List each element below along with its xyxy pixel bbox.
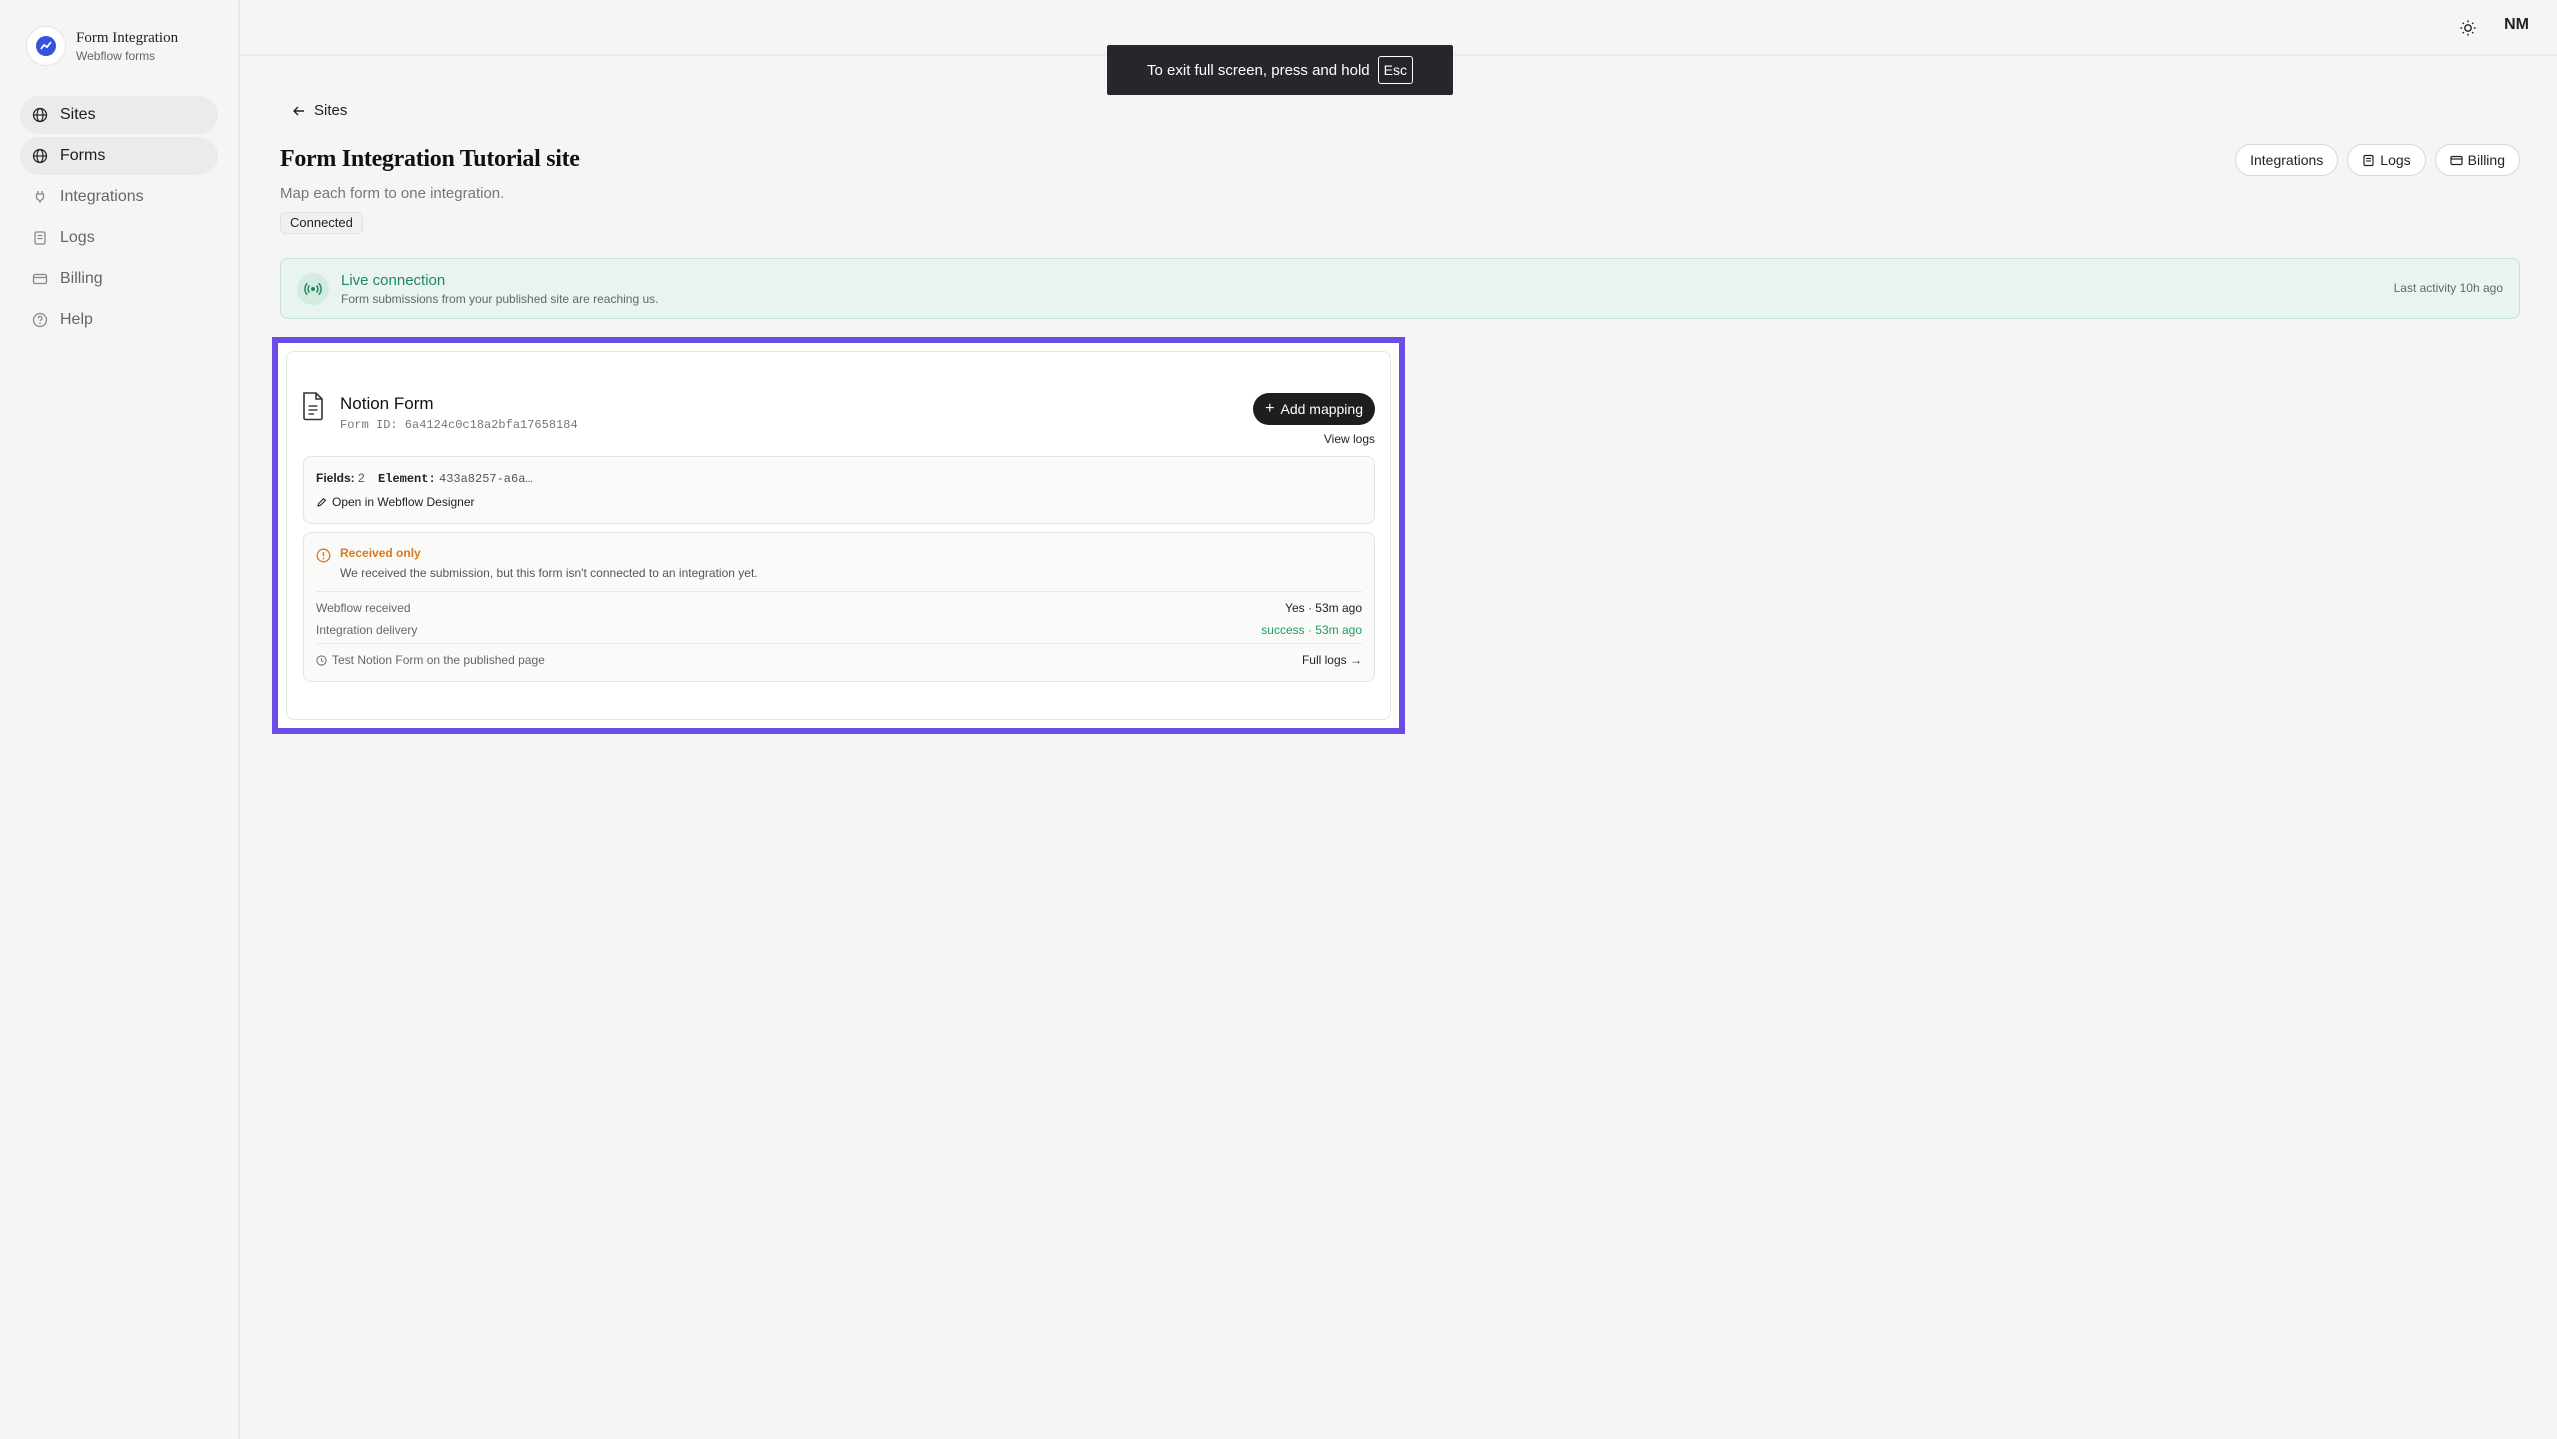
divider <box>316 591 1362 592</box>
logs-button[interactable]: Logs <box>2347 144 2426 176</box>
live-connection-banner: Live connection Form submissions from yo… <box>280 258 2520 319</box>
fullscreen-message: To exit full screen, press and hold <box>1147 61 1370 79</box>
form-card: Notion Form Form ID: 6a4124c0c18a2bfa176… <box>286 351 1391 720</box>
scroll-icon <box>34 231 46 245</box>
page-subtitle: Map each form to one integration. <box>280 185 505 202</box>
brand-logo <box>26 26 66 66</box>
open-designer-link[interactable]: Open in Webflow Designer <box>316 495 475 509</box>
add-mapping-label: Add mapping <box>1280 401 1363 417</box>
integrations-button[interactable]: Integrations <box>2235 144 2339 176</box>
integrations-button-label: Integrations <box>2250 152 2324 168</box>
webflow-received-label: Webflow received <box>316 601 411 615</box>
sun-icon[interactable] <box>2459 19 2477 37</box>
element-value: 433a8257-a6a… <box>439 472 533 486</box>
back-link[interactable]: Sites <box>292 102 347 119</box>
status-title: Received only <box>340 546 421 560</box>
pencil-icon <box>317 497 327 507</box>
help-icon <box>32 312 48 328</box>
sidebar-item-logs[interactable]: Logs <box>20 219 218 257</box>
back-label: Sites <box>314 102 348 119</box>
live-title: Live connection <box>341 272 446 289</box>
sidebar: Form Integration Webflow forms Sites For… <box>0 0 240 1439</box>
fields-label: Fields: <box>316 471 355 485</box>
esc-key: Esc <box>1377 56 1413 84</box>
sidebar-item-label: Billing <box>60 270 103 287</box>
billing-button-label: Billing <box>2467 152 2505 168</box>
sidebar-item-help[interactable]: Help <box>20 301 218 339</box>
full-logs-link[interactable]: Full logs → <box>1302 653 1362 667</box>
test-hint-text: Test Notion Form on the published page <box>332 653 545 667</box>
fields-value: 2 <box>358 471 365 485</box>
globe-icon <box>32 107 48 123</box>
sidebar-item-label: Logs <box>60 229 95 246</box>
view-logs-link[interactable]: View logs <box>1324 432 1375 446</box>
sidebar-item-label: Forms <box>60 147 106 164</box>
scroll-icon <box>2363 154 2374 166</box>
sidebar-item-integrations[interactable]: Integrations <box>20 178 218 216</box>
card-icon <box>32 273 48 285</box>
arrow-left-icon <box>293 106 304 115</box>
sidebar-item-forms[interactable]: Forms <box>20 137 218 175</box>
test-hint: Test Notion Form on the published page <box>316 653 545 667</box>
form-id: Form ID: 6a4124c0c18a2bfa17658184 <box>340 418 578 432</box>
status-badge: Connected <box>280 212 363 234</box>
brand-subtitle: Webflow forms <box>76 48 156 63</box>
live-subtitle: Form submissions from your published sit… <box>341 292 659 306</box>
sidebar-item-label: Help <box>60 311 93 328</box>
sidebar-item-label: Sites <box>60 106 96 123</box>
page-title: Form Integration Tutorial site <box>280 146 580 172</box>
form-card-highlight: Notion Form Form ID: 6a4124c0c18a2bfa176… <box>272 337 1405 734</box>
sidebar-item-billing[interactable]: Billing <box>20 260 218 298</box>
open-designer-label: Open in Webflow Designer <box>332 495 475 509</box>
chart-icon <box>36 36 56 56</box>
form-info-box: Fields: 2 Element: 433a8257-a6a… Open in… <box>303 456 1375 524</box>
last-activity: Last activity 10h ago <box>2393 281 2503 295</box>
element-label: Element: <box>378 472 436 486</box>
globe-icon <box>32 148 48 164</box>
broadcast-icon <box>297 273 329 305</box>
billing-button[interactable]: Billing <box>2434 144 2520 176</box>
document-icon <box>303 392 323 421</box>
plug-icon <box>35 191 45 203</box>
add-mapping-button[interactable]: + Add mapping <box>1253 393 1375 425</box>
card-icon <box>2450 155 2463 165</box>
clock-icon <box>316 654 327 666</box>
brand-title: Form Integration <box>76 29 179 46</box>
logs-button-label: Logs <box>2380 152 2411 168</box>
sidebar-item-sites[interactable]: Sites <box>20 96 218 134</box>
submission-status-box: Received only We received the submission… <box>303 532 1375 682</box>
fields-element-line: Fields: 2 Element: 433a8257-a6a… <box>316 471 533 486</box>
sidebar-item-label: Integrations <box>60 188 144 205</box>
sidebar-nav: Sites Forms Integrations Logs Billing He… <box>20 96 218 342</box>
user-avatar[interactable]: NM <box>2504 16 2529 34</box>
status-message: We received the submission, but this for… <box>340 566 758 580</box>
form-name: Notion Form <box>340 394 434 413</box>
plus-icon: + <box>1265 400 1275 417</box>
delivery-label: Integration delivery <box>316 623 418 637</box>
alert-circle-icon <box>316 548 331 563</box>
page-actions: Integrations Logs Billing <box>2235 144 2520 176</box>
divider <box>316 643 1362 644</box>
fullscreen-banner: To exit full screen, press and hold Esc <box>1107 45 1453 95</box>
webflow-received-value: Yes · 53m ago <box>1285 601 1362 615</box>
delivery-value: success · 53m ago <box>1261 623 1362 637</box>
brand[interactable]: Form Integration Webflow forms <box>26 26 178 66</box>
